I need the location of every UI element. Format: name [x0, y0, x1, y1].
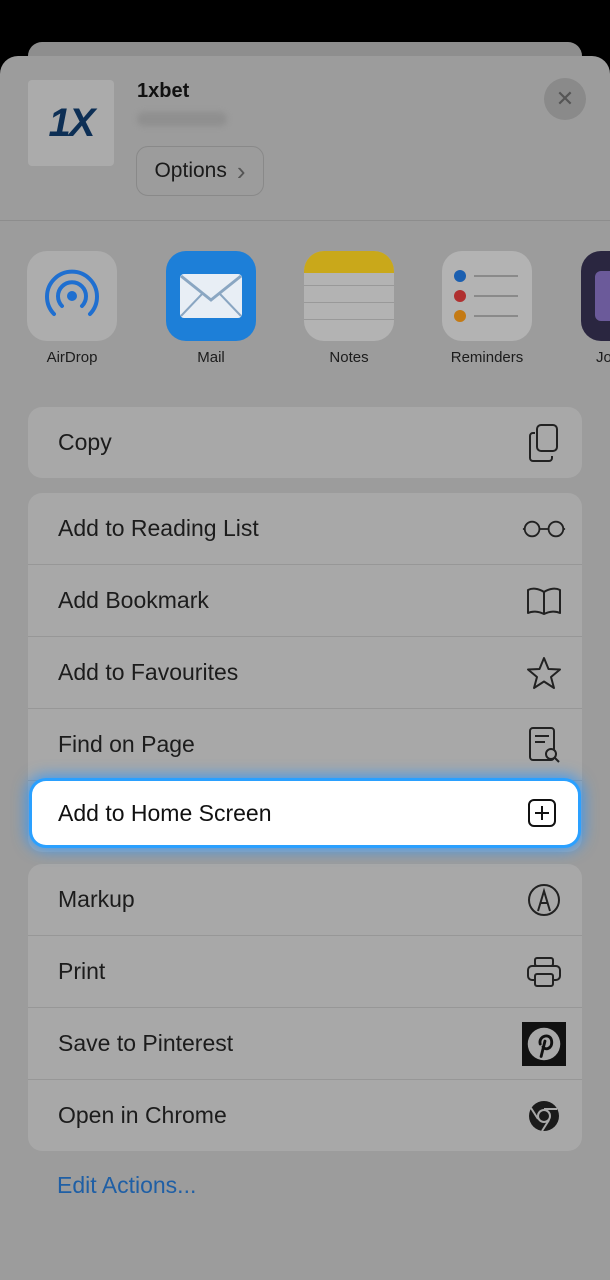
app-row: AirDrop Mail Notes Reminders Jo: [0, 251, 610, 371]
chrome-icon: [522, 1094, 566, 1138]
book-icon: [522, 579, 566, 623]
airdrop-icon: [27, 251, 117, 341]
app-label: Mail: [197, 349, 225, 366]
pinterest-icon: [522, 1021, 566, 1066]
options-button[interactable]: Options ›: [136, 146, 264, 196]
action-print[interactable]: Print: [28, 935, 582, 1007]
action-add-favourites[interactable]: Add to Favourites: [28, 636, 582, 708]
action-label: Add Bookmark: [58, 587, 209, 613]
site-logo: 1X: [28, 80, 114, 166]
action-label: Add to Reading List: [58, 515, 259, 541]
app-airdrop[interactable]: AirDrop: [26, 251, 118, 366]
chevron-right-icon: ›: [236, 156, 246, 186]
action-label: Copy: [58, 429, 112, 455]
glasses-icon: [522, 507, 566, 551]
action-markup[interactable]: Markup: [28, 864, 582, 935]
notes-icon: [304, 251, 394, 341]
action-label: Add to Favourites: [58, 659, 239, 685]
action-add-bookmark[interactable]: Add Bookmark: [28, 564, 582, 636]
app-label: AirDrop: [46, 349, 98, 366]
action-add-to-home-screen[interactable]: Add to Home Screen: [32, 781, 578, 845]
markup-icon: [522, 878, 566, 922]
action-label: Find on Page: [58, 731, 195, 757]
star-icon: [522, 651, 566, 695]
action-label: Open in Chrome: [58, 1102, 227, 1128]
app-label: Notes: [329, 349, 369, 366]
action-label: Add to Home Screen: [58, 799, 272, 826]
action-save-pinterest[interactable]: Save to Pinterest: [28, 1007, 582, 1079]
app-reminders[interactable]: Reminders: [441, 251, 533, 366]
app-icon: [581, 251, 610, 341]
header-divider: [0, 220, 610, 221]
add-square-icon: [520, 791, 564, 835]
actions-group-2: Markup Print Save to Pinterest Open in C…: [28, 864, 582, 1151]
app-label: Reminders: [450, 349, 524, 366]
edit-actions-link[interactable]: Edit Actions...: [57, 1172, 196, 1199]
app-notes[interactable]: Notes: [303, 251, 395, 366]
close-icon: ✕: [555, 86, 575, 111]
action-copy[interactable]: Copy: [28, 407, 582, 478]
logo-text: 1X: [48, 100, 96, 145]
action-label: Save to Pinterest: [58, 1030, 234, 1056]
printer-icon: [522, 950, 566, 994]
app-partial[interactable]: Jo: [580, 251, 610, 366]
reminders-icon: [442, 251, 532, 341]
action-label: Markup: [58, 886, 135, 912]
action-find-on-page[interactable]: Find on Page: [28, 708, 582, 780]
close-button[interactable]: ✕: [544, 78, 586, 120]
site-url-blurred: [137, 112, 227, 126]
options-label: Options: [154, 159, 227, 182]
action-label: Print: [58, 958, 106, 984]
home-indicator-area: [0, 1250, 610, 1280]
action-open-chrome[interactable]: Open in Chrome: [28, 1079, 582, 1151]
share-sheet: 1X 1xbet Options › ✕ AirDrop Mail Notes …: [0, 56, 610, 1280]
copy-group: Copy: [28, 407, 582, 478]
app-mail[interactable]: Mail: [165, 251, 257, 366]
find-document-icon: [522, 723, 566, 767]
action-add-reading-list[interactable]: Add to Reading List: [28, 493, 582, 564]
copy-icon: [522, 421, 566, 465]
app-label: Jo: [596, 349, 610, 366]
mail-icon: [166, 251, 256, 341]
site-title: 1xbet: [137, 80, 190, 102]
